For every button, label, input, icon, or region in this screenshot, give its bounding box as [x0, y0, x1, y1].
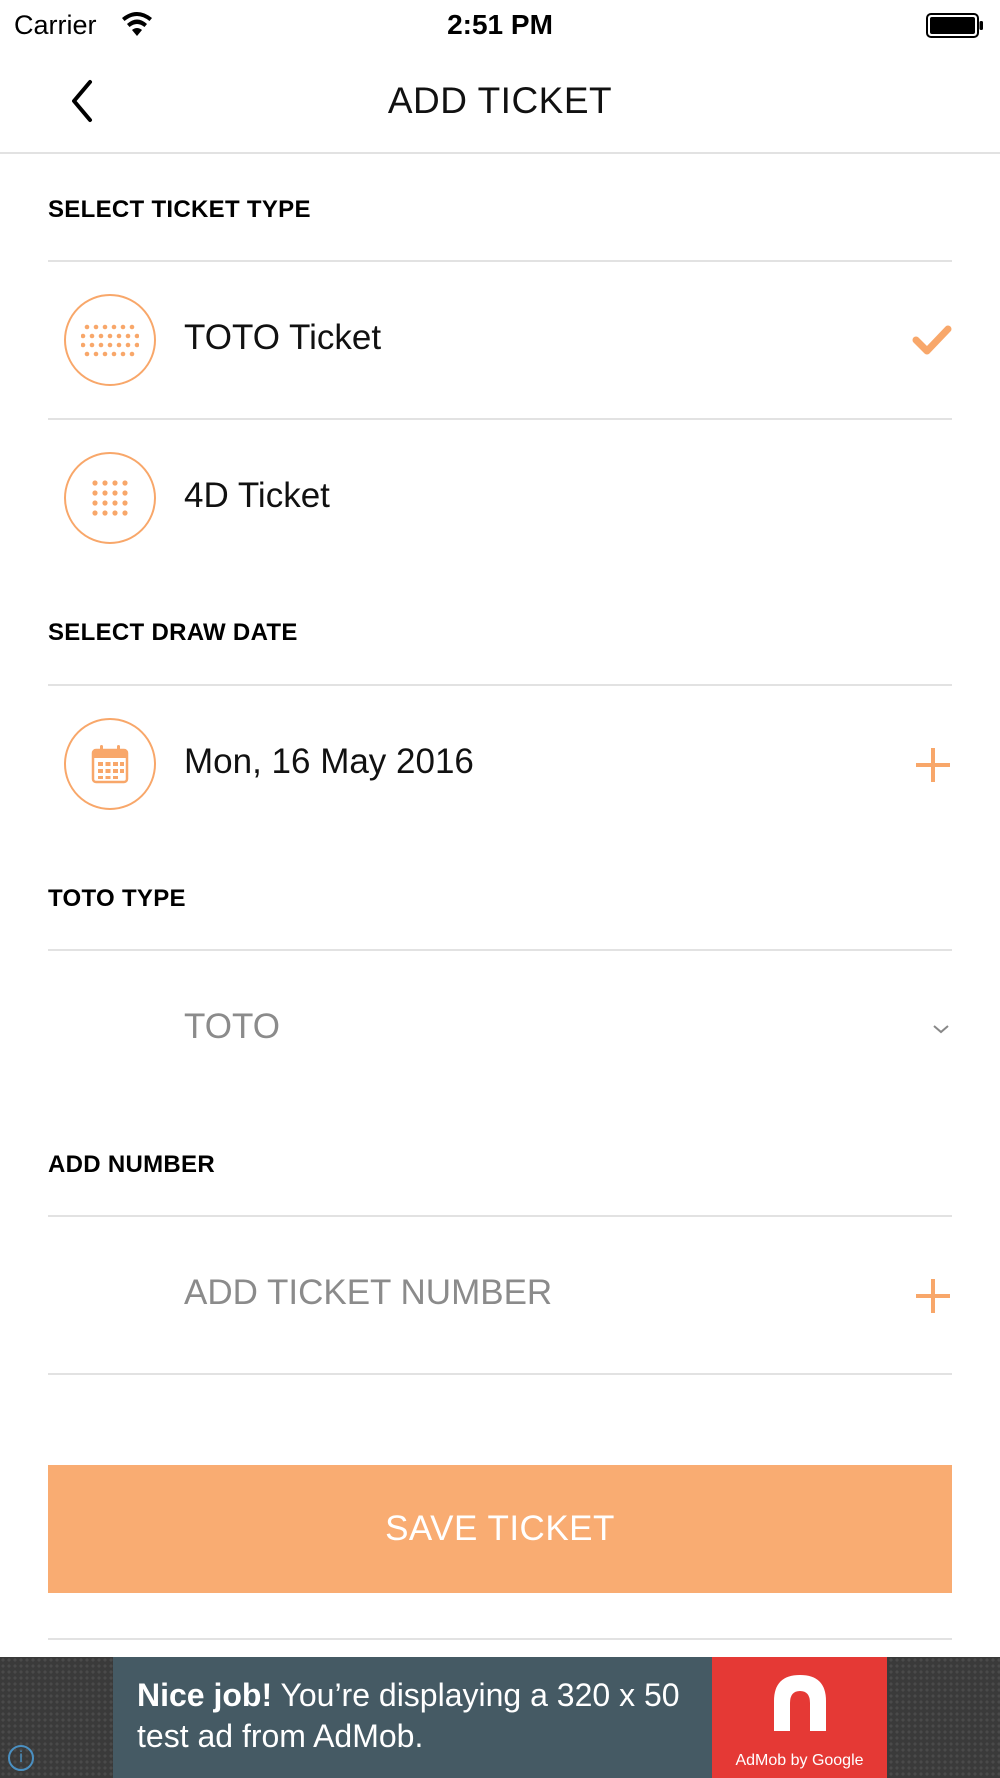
- toto-type-section-label: TOTO TYPE: [48, 885, 186, 912]
- admob-logo-icon: [774, 1675, 826, 1731]
- ad-container: i Nice job! You’re displaying a 320 x 50…: [0, 1657, 1000, 1778]
- draw-date-row[interactable]: Mon, 16 May 2016: [48, 686, 952, 838]
- page-title: ADD TICKET: [387, 80, 613, 121]
- save-ticket-button[interactable]: SAVE TICKET: [48, 1465, 952, 1593]
- info-icon[interactable]: i: [8, 1745, 34, 1771]
- clock: 2:51 PM: [447, 9, 553, 40]
- calendar-icon: [64, 718, 156, 810]
- toto-type-select[interactable]: TOTO: [48, 951, 952, 1103]
- divider: [48, 1373, 952, 1375]
- plus-icon[interactable]: [914, 1277, 952, 1315]
- ad-brand: AdMob by Google: [735, 1752, 864, 1769]
- toto-balls-icon: [64, 294, 156, 386]
- ad-banner[interactable]: Nice job! You’re displaying a 320 x 50 t…: [113, 1657, 887, 1778]
- ad-headline: Nice job!: [137, 1677, 273, 1713]
- add-ticket-number-row[interactable]: ADD TICKET NUMBER: [48, 1217, 952, 1373]
- ticket-option-label: 4D Ticket: [184, 476, 330, 515]
- add-ticket-number-placeholder: ADD TICKET NUMBER: [184, 1273, 553, 1312]
- 4d-grid-icon: [64, 452, 156, 544]
- plus-icon[interactable]: [914, 746, 952, 784]
- add-number-section-label: ADD NUMBER: [48, 1151, 215, 1178]
- status-bar: Carrier 2:51 PM: [0, 0, 1000, 50]
- ticket-option-label: TOTO Ticket: [184, 318, 382, 357]
- ticket-type-section-label: SELECT TICKET TYPE: [48, 196, 311, 223]
- toto-type-value: TOTO: [184, 1007, 280, 1046]
- draw-date-section-label: SELECT DRAW DATE: [48, 619, 298, 646]
- ticket-option-toto[interactable]: TOTO Ticket: [48, 262, 952, 418]
- checkmark-icon: [912, 325, 952, 355]
- chevron-down-icon: [933, 1025, 949, 1034]
- battery-icon: [926, 13, 983, 38]
- ad-message: Nice job! You’re displaying a 320 x 50 t…: [137, 1675, 707, 1757]
- navigation-bar: ADD TICKET: [0, 50, 1000, 154]
- ticket-option-4d[interactable]: 4D Ticket: [48, 420, 952, 570]
- admob-logo: AdMob by Google: [712, 1657, 887, 1778]
- draw-date-value: Mon, 16 May 2016: [184, 742, 474, 781]
- divider: [48, 1638, 952, 1640]
